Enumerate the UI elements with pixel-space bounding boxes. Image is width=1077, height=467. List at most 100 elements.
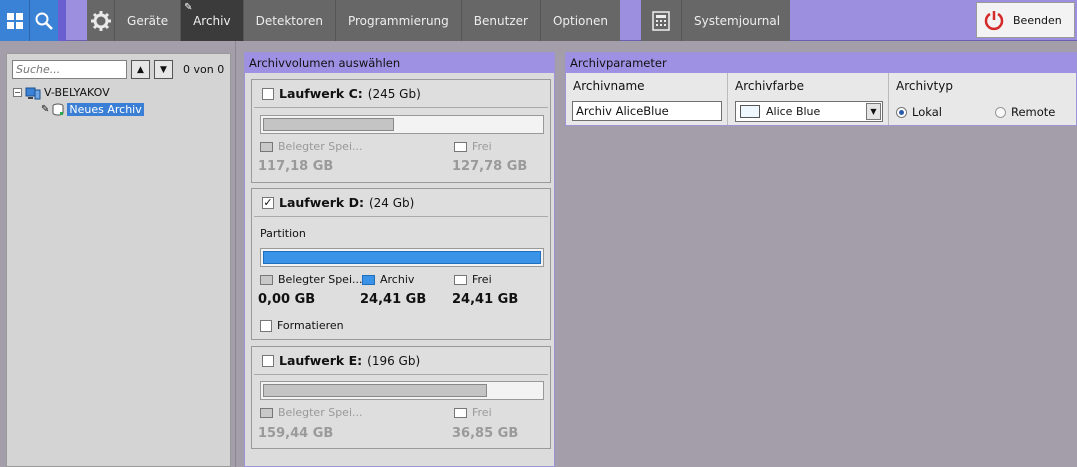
drive-c-header: Laufwerk C: (245 Gb) [254,80,548,108]
drive-e-free-label: Frei [472,406,492,419]
drive-e-size: (196 Gb) [367,353,421,368]
edit-pencil-icon: ✎ [41,104,50,115]
quit-button[interactable]: Beenden [976,2,1075,38]
archive-name-label: Archivname [573,79,645,93]
menu-programming[interactable]: Programmierung [334,0,461,41]
drive-c-used-label: Belegter Spei... [278,140,363,153]
drive-d-checkbox[interactable]: ✓ [262,196,274,209]
archive-name-input[interactable] [572,101,722,121]
drive-c-size: (245 Gb) [367,86,421,101]
archive-name-selected: Neues Archiv [67,103,144,116]
radio-selected-icon [896,106,907,118]
drive-d-archive-value: 24,41 GB [360,292,427,307]
tree-search-input[interactable] [12,60,127,79]
drive-c-checkbox[interactable] [262,87,274,100]
menu-archive-label: Archiv [193,13,231,28]
drive-e-free-value: 36,85 GB [452,426,519,441]
archive-name-column: Archivname [566,73,728,125]
menu-devices[interactable]: Geräte [114,0,180,41]
menu-archive[interactable]: ✎ Archiv [180,0,243,41]
type-remote-label: Remote [1011,105,1056,119]
partition-label: Partition [260,227,306,240]
grid-icon [6,12,23,29]
drive-d-free-legend: Frei [454,273,492,286]
archive-color-label: Archivfarbe [735,79,805,93]
drive-d-archive-legend: Archiv [362,273,414,286]
drive-c-used-legend: Belegter Spei... [260,140,363,153]
archive-color-value: Alice Blue [766,105,821,118]
server-icon [25,87,41,99]
home-button[interactable] [0,0,29,41]
system-journal-button[interactable]: Systemjournal [641,0,790,41]
archive-volume-panel: Archivvolumen auswählen Laufwerk C: (245… [244,52,555,467]
drive-e-used-label: Belegter Spei... [278,406,363,419]
menu-detectors[interactable]: Detektoren [242,0,335,41]
search-next-button[interactable]: ▼ [154,60,173,79]
drive-e-header: Laufwerk E: (196 Gb) [254,347,548,375]
free-swatch [454,407,467,418]
magnifier-icon [35,12,53,30]
drive-d-partition-slider[interactable] [260,248,544,267]
drive-c-card: Laufwerk C: (245 Gb) Belegter Spei... Fr… [251,79,551,183]
drive-e-usage-bar [260,381,544,400]
drive-d-name: Laufwerk D: [279,195,364,210]
type-remote-radio[interactable]: Remote [995,105,1055,119]
drive-d-used-legend: Belegter Spei... [260,273,363,286]
free-swatch [454,274,467,285]
color-swatch [740,105,760,118]
drive-e-card: Laufwerk E: (196 Gb) Belegter Spei... Fr… [251,346,551,449]
gear-icon [90,10,111,31]
database-icon [52,103,64,116]
quit-label: Beenden [1013,13,1062,27]
chevron-down-icon: ▼ [160,64,167,75]
type-local-label: Lokal [912,105,942,119]
drive-d-free-value: 24,41 GB [452,292,519,307]
search-prev-button[interactable]: ▲ [131,60,150,79]
drive-d-used-label: Belegter Spei... [278,273,363,286]
settings-button[interactable] [87,0,114,41]
object-tree: − V-BELYAKOV ✎ Neues Archiv [13,84,144,118]
menu-options[interactable]: Optionen [539,0,620,41]
tree-search-row: ▲ ▼ 0 von 0 [12,60,224,79]
format-checkbox[interactable] [260,319,272,332]
drive-c-used-fill [263,118,395,131]
archive-color-select[interactable]: Alice Blue ▼ [735,101,883,122]
drive-c-free-label: Frei [472,140,492,153]
drive-c-usage-bar [260,115,544,134]
system-journal-label: Systemjournal [681,0,780,41]
archive-type-column: Archivtyp Lokal Remote [889,73,1076,125]
tree-item-archive[interactable]: ✎ Neues Archiv [13,101,144,118]
drive-e-checkbox[interactable] [262,354,274,367]
menu-users[interactable]: Benutzer [460,0,540,41]
main-menu: Geräte ✎ Archiv Detektoren Programmierun… [87,0,620,41]
tree-item-server[interactable]: − V-BELYAKOV [13,84,144,101]
drive-e-free-legend: Frei [454,406,492,419]
used-swatch [260,407,273,418]
type-local-radio[interactable]: Lokal [896,105,942,119]
free-swatch [454,141,467,152]
collapse-icon[interactable]: − [13,88,22,97]
search-count: 0 von 0 [183,63,225,76]
volume-panel-title: Archivvolumen auswählen [245,53,554,73]
format-option[interactable]: Formatieren [260,319,344,332]
server-name: V-BELYAKOV [44,86,110,99]
power-icon [984,11,1004,31]
dropdown-arrow-icon[interactable]: ▼ [866,103,881,120]
drive-c-used-value: 117,18 GB [258,159,334,174]
drive-c-name: Laufwerk C: [279,86,363,101]
drive-d-used-value: 0,00 GB [258,292,316,307]
drive-d-archive-fill [263,251,541,264]
drive-d-size: (24 Gb) [368,195,415,210]
used-swatch [260,274,273,285]
drive-e-used-fill [263,384,488,397]
params-panel-title: Archivparameter [566,53,1076,73]
drive-d-card: ✓ Laufwerk D: (24 Gb) Partition Belegter… [251,188,551,340]
drive-e-used-value: 159,44 GB [258,426,334,441]
search-button[interactable] [29,0,58,41]
drive-d-free-label: Frei [472,273,492,286]
drive-c-free-legend: Frei [454,140,492,153]
panel-splitter[interactable] [235,41,240,467]
archive-swatch [362,274,375,285]
object-tree-panel: ▲ ▼ 0 von 0 − V-BELYAKOV ✎ Neues Archiv [6,53,231,467]
archive-type-label: Archivtyp [896,79,953,93]
